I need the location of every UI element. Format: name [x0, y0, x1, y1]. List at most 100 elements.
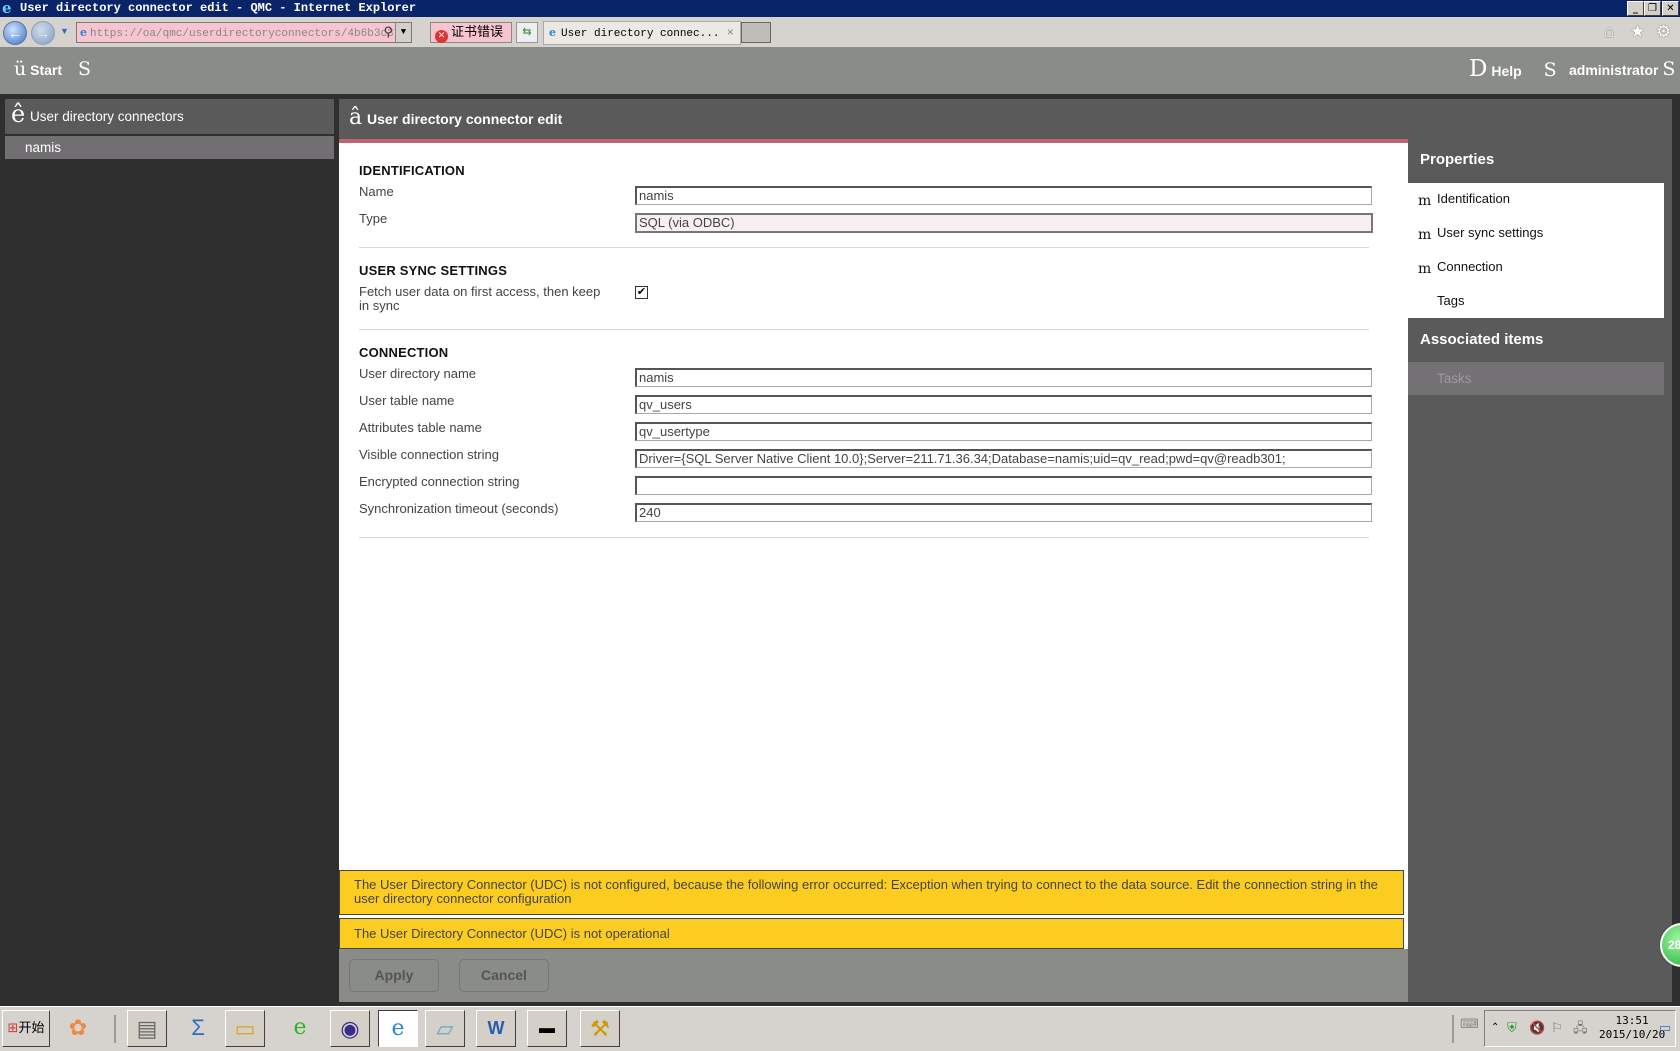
connector-list-item[interactable]: namis: [5, 136, 334, 159]
type-label: Type: [359, 211, 388, 226]
internet-explorer-icon[interactable]: e: [378, 1010, 418, 1047]
cancel-button[interactable]: Cancel: [459, 959, 549, 992]
attributes-table-name-label: Attributes table name: [359, 420, 482, 435]
page-icon: e: [80, 26, 87, 39]
history-dropdown-icon[interactable]: ▼: [60, 26, 69, 36]
divider: [359, 247, 1369, 248]
edit-panel: â User directory connector edit IDENTIFI…: [339, 99, 1408, 1002]
left-panel-title: User directory connectors: [30, 109, 184, 124]
word-icon[interactable]: W: [476, 1010, 516, 1047]
windows-logo-icon: ⊞: [7, 1021, 19, 1036]
close-tab-icon[interactable]: ×: [727, 22, 734, 44]
user-table-name-label: User table name: [359, 393, 455, 408]
type-field[interactable]: SQL (via ODBC): [635, 213, 1373, 233]
start-menu[interactable]: ü Start S: [14, 59, 91, 80]
properties-list: m Identification m User sync settings m …: [1408, 183, 1664, 318]
taskbar: ⊞开始 ✿ ▤ Σ ▭ e ◉ e ▱ W ▬ ⚒ ⌨ ⌃ ⛨ 🔇 ⚐ 🖧 13…: [0, 1006, 1680, 1051]
address-url: https://oa/qmc/userdirectoryconnectors/4…: [90, 28, 407, 40]
volume-muted-icon[interactable]: 🔇: [1529, 1021, 1545, 1035]
sync-timeout-field[interactable]: 240: [635, 503, 1372, 522]
connectors-icon: ê: [11, 100, 26, 128]
attributes-table-name-field[interactable]: qv_usertype: [635, 422, 1372, 441]
new-tab-button[interactable]: [741, 22, 771, 43]
bullet-icon: m: [1418, 261, 1432, 277]
close-window-button[interactable]: ✕: [1662, 1, 1679, 16]
associated-item-tasks[interactable]: Tasks: [1408, 362, 1664, 395]
back-button[interactable]: ←: [3, 21, 27, 45]
name-field[interactable]: namis: [635, 186, 1372, 205]
certificate-error-badge[interactable]: ✕ 证书错误: [430, 22, 512, 43]
forward-button[interactable]: →: [31, 21, 55, 45]
warning-not-operational: The User Directory Connector (UDC) is no…: [339, 918, 1404, 949]
encrypted-connection-string-label: Encrypted connection string: [359, 474, 520, 489]
bullet-icon: m: [1418, 193, 1432, 209]
accent-bar: [339, 139, 1408, 143]
section-user-sync: USER SYNC SETTINGS: [359, 263, 508, 278]
associated-items-title: Associated items: [1420, 331, 1544, 348]
error-shield-icon: ✕: [435, 30, 448, 43]
taskbar-separator: [1452, 1015, 1454, 1043]
edit-icon: â: [349, 105, 363, 130]
start-caret-icon: S: [77, 58, 91, 80]
fetch-user-data-label: Fetch user data on first access, then ke…: [359, 284, 601, 313]
bullet-icon: m: [1418, 227, 1432, 243]
security-shield-icon[interactable]: ⛨: [1507, 1021, 1517, 1035]
eclipse-icon[interactable]: ◉: [330, 1010, 370, 1047]
taskbar-separator: [114, 1015, 116, 1043]
favorites-star-icon[interactable]: ★: [1630, 23, 1645, 41]
right-edge-strip: [1672, 99, 1680, 1002]
tools-icon[interactable]: ⚒: [580, 1010, 620, 1047]
left-panel: ê User directory connectors namis: [5, 99, 334, 999]
divider: [359, 329, 1369, 330]
restore-button[interactable]: ❐: [1644, 1, 1661, 16]
show-hidden-icons[interactable]: ⌃: [1491, 1021, 1499, 1035]
help-caret-icon: S: [1543, 59, 1557, 81]
address-dropdown-icon[interactable]: ▼: [395, 23, 411, 42]
edit-panel-header: â User directory connector edit: [339, 99, 1408, 139]
network-icon[interactable]: 🖧: [1573, 1021, 1588, 1035]
section-connection: CONNECTION: [359, 345, 449, 360]
show-desktop-icon[interactable]: ▭: [1659, 1021, 1671, 1035]
visible-connection-string-label: Visible connection string: [359, 447, 499, 462]
address-bar[interactable]: e https://oa/qmc/userdirectoryconnectors/…: [76, 22, 412, 43]
properties-title: Properties: [1420, 151, 1495, 168]
left-panel-header: ê User directory connectors: [5, 99, 334, 134]
user-table-name-field[interactable]: qv_users: [635, 395, 1372, 414]
command-prompt-icon[interactable]: ▬: [527, 1010, 567, 1047]
file-explorer-icon[interactable]: ▭: [225, 1010, 265, 1047]
tab-page-icon: e: [549, 26, 556, 39]
tab-title: User directory connec...: [561, 28, 720, 40]
right-panel: Properties m Identification m User sync …: [1408, 99, 1672, 1002]
window-title: User directory connector edit - QMC - In…: [20, 1, 417, 15]
start-icon: ü: [14, 58, 27, 80]
refresh-compat-icon[interactable]: ⇆: [516, 22, 538, 43]
server-manager-icon[interactable]: ▤: [127, 1010, 167, 1047]
home-icon[interactable]: ⌂: [1604, 23, 1614, 41]
app-launcher-icon[interactable]: ✿: [58, 1010, 98, 1047]
page-title: User directory connector edit: [367, 111, 563, 127]
notepad-icon[interactable]: ▱: [425, 1010, 465, 1047]
fetch-user-data-checkbox[interactable]: ✔: [635, 286, 648, 299]
green-browser-icon[interactable]: e: [280, 1010, 320, 1047]
user-caret-icon: S: [1662, 58, 1676, 80]
app-header: ü Start S D Help S administrator S: [0, 47, 1680, 94]
settings-gear-icon[interactable]: ⚙: [1656, 23, 1671, 41]
browser-tab[interactable]: e User directory connec... ×: [543, 21, 741, 45]
user-menu[interactable]: administrator S: [1569, 59, 1675, 80]
action-bar: Apply Cancel: [339, 949, 1408, 1002]
visible-connection-string-field[interactable]: Driver={SQL Server Native Client 10.0};S…: [635, 449, 1372, 468]
apply-button[interactable]: Apply: [349, 959, 439, 992]
divider: [359, 537, 1369, 538]
keyboard-icon[interactable]: ⌨: [1460, 1017, 1479, 1031]
search-icon[interactable]: ⚲: [383, 23, 393, 42]
clock[interactable]: 13:51 2015/10/20: [1599, 1014, 1665, 1042]
user-directory-name-field[interactable]: namis: [635, 368, 1372, 387]
encrypted-connection-string-field[interactable]: [635, 476, 1372, 495]
sync-timeout-label: Synchronization timeout (seconds): [359, 501, 559, 516]
user-directory-name-label: User directory name: [359, 366, 477, 381]
minimize-button[interactable]: _: [1627, 1, 1644, 16]
action-center-flag-icon[interactable]: ⚐: [1551, 1021, 1563, 1035]
powershell-icon[interactable]: Σ: [178, 1010, 218, 1047]
start-button[interactable]: ⊞开始: [2, 1010, 50, 1047]
help-menu[interactable]: D Help S: [1469, 58, 1557, 81]
